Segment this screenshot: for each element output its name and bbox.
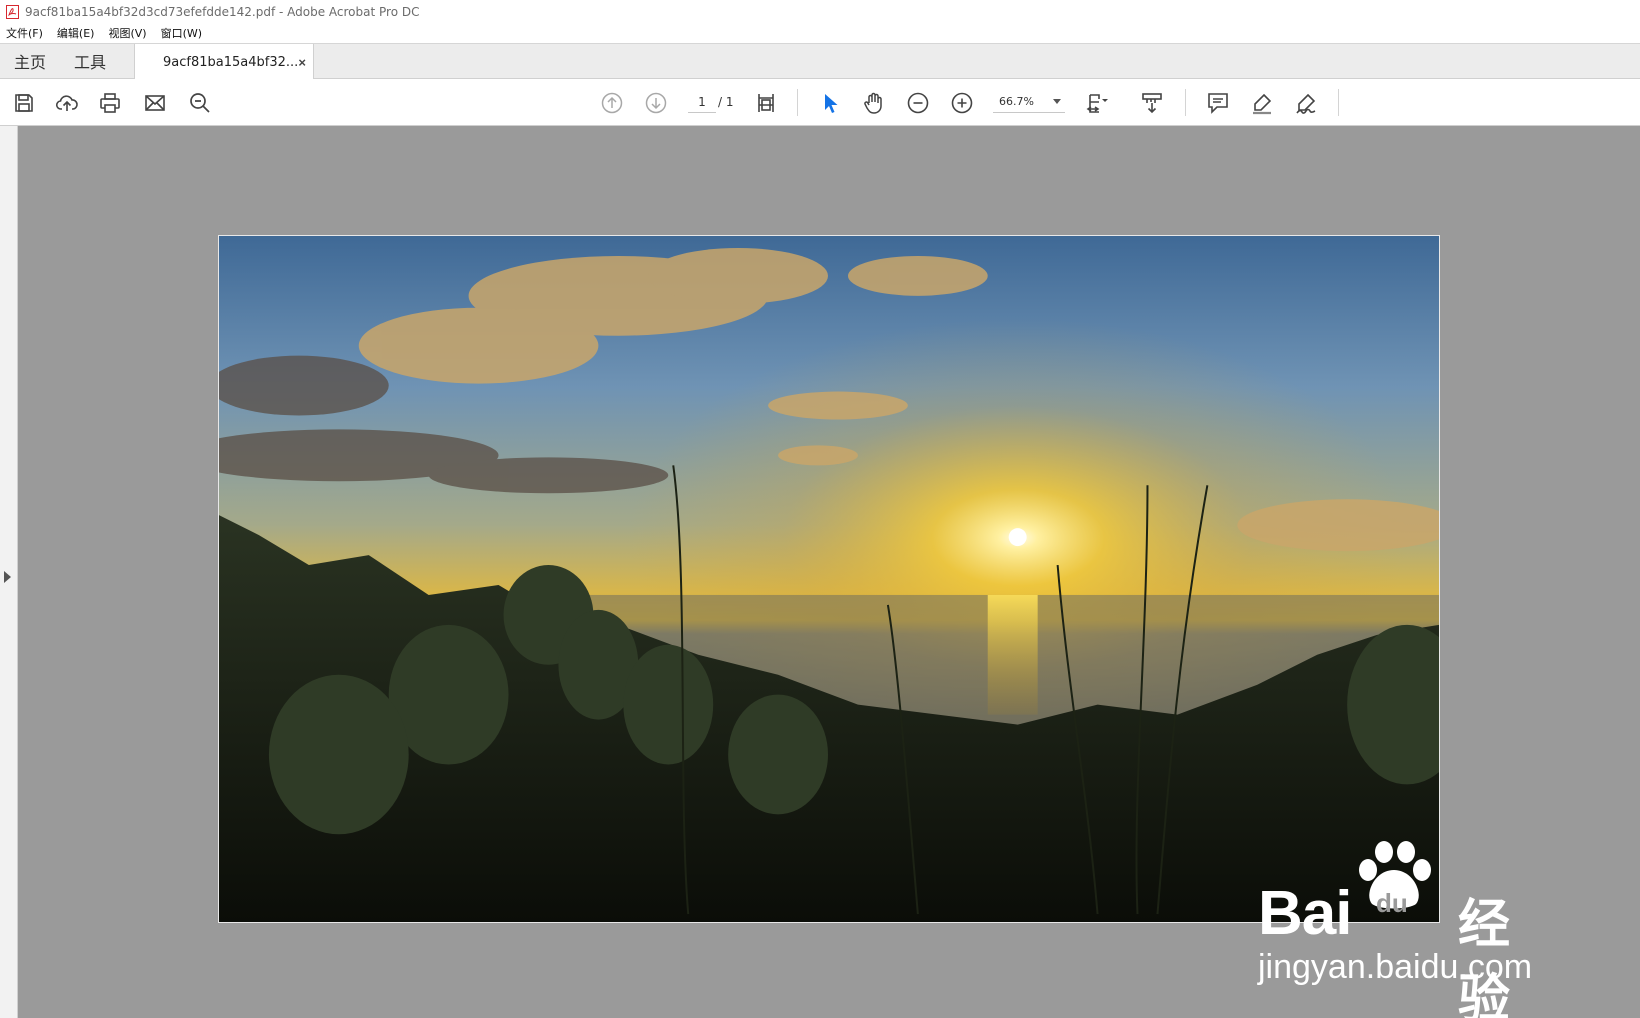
pdf-page-sunset-photo	[218, 235, 1440, 923]
select-tool-button[interactable]	[816, 89, 844, 117]
watermark-paw-text: du	[1376, 888, 1408, 918]
menu-file[interactable]: 文件(F)	[6, 25, 43, 41]
fit-page-button[interactable]	[1084, 89, 1112, 117]
upload-button[interactable]	[53, 89, 81, 117]
scroll-mode-button[interactable]	[1138, 89, 1166, 117]
tab-home[interactable]: 主页	[0, 44, 60, 78]
close-tab-button[interactable]: ×	[298, 55, 306, 70]
zoom-out-button[interactable]	[904, 89, 932, 117]
page-number-input[interactable]: 1	[688, 91, 716, 113]
highlighter-icon	[1253, 93, 1272, 115]
sign-button[interactable]	[1292, 89, 1320, 117]
print-button[interactable]	[96, 89, 124, 117]
fit-page-icon	[1086, 94, 1108, 113]
toolbar-divider	[1185, 89, 1186, 116]
save-icon	[15, 94, 33, 112]
save-button[interactable]	[10, 89, 38, 117]
baidu-jingyan-watermark: Bai du 经验 jingyan.baidu.com	[1258, 840, 1558, 1018]
toolbar-divider	[1338, 89, 1339, 116]
tab-tools[interactable]: 工具	[60, 44, 120, 78]
watermark-url-text: jingyan.baidu.com	[1258, 948, 1533, 986]
menu-edit[interactable]: 编辑(E)	[57, 25, 95, 41]
zoom-in-button[interactable]	[948, 89, 976, 117]
page-layout-button[interactable]	[752, 89, 780, 117]
sign-icon	[1296, 93, 1316, 114]
chevron-down-icon	[1053, 98, 1061, 104]
print-icon	[100, 93, 120, 113]
title-bar: 9acf81ba15a4bf32d3cd73efefdde142.pdf - A…	[0, 0, 1640, 23]
comment-icon	[1208, 93, 1228, 114]
email-button[interactable]	[141, 89, 169, 117]
acrobat-pdf-icon	[6, 4, 19, 19]
window-title: 9acf81ba15a4bf32d3cd73efefdde142.pdf - A…	[25, 4, 420, 19]
watermark-brand-text: Bai	[1258, 879, 1352, 948]
search-icon	[190, 93, 210, 113]
arrow-up-circle-icon	[601, 92, 623, 114]
scroll-mode-icon	[1142, 93, 1162, 114]
hand-tool-button[interactable]	[860, 89, 888, 117]
left-panel-collapsed	[0, 126, 18, 1018]
menu-window[interactable]: 窗口(W)	[161, 25, 202, 41]
sunset-photo	[219, 236, 1439, 922]
arrow-down-circle-icon	[645, 92, 667, 114]
page-total: / 1	[718, 95, 734, 109]
comment-button[interactable]	[1204, 89, 1232, 117]
page-fit-icon	[758, 94, 774, 112]
menu-view[interactable]: 视图(V)	[108, 25, 146, 41]
cursor-arrow-icon	[825, 94, 838, 113]
expand-panel-arrow-icon[interactable]	[4, 571, 11, 583]
highlight-button[interactable]	[1248, 89, 1276, 117]
zoom-out-icon	[907, 92, 929, 114]
next-page-button[interactable]	[642, 89, 670, 117]
previous-page-button[interactable]	[598, 89, 626, 117]
menu-bar: 文件(F) 编辑(E) 视图(V) 窗口(W)	[0, 23, 1640, 43]
search-button[interactable]	[186, 89, 214, 117]
toolbar: 1 / 1 66.7%	[0, 79, 1640, 126]
cloud-upload-icon	[55, 95, 78, 111]
mail-icon	[145, 95, 165, 111]
zoom-value: 66.7%	[999, 95, 1034, 108]
hand-icon	[864, 92, 882, 114]
tab-bar: 主页 工具 9acf81ba15a4bf32... ×	[0, 43, 1640, 80]
zoom-select[interactable]: 66.7%	[993, 91, 1065, 113]
toolbar-divider	[797, 89, 798, 116]
document-tab-label: 9acf81ba15a4bf32...	[163, 54, 299, 70]
zoom-in-icon	[951, 92, 973, 114]
tab-document[interactable]: 9acf81ba15a4bf32... ×	[134, 44, 315, 80]
